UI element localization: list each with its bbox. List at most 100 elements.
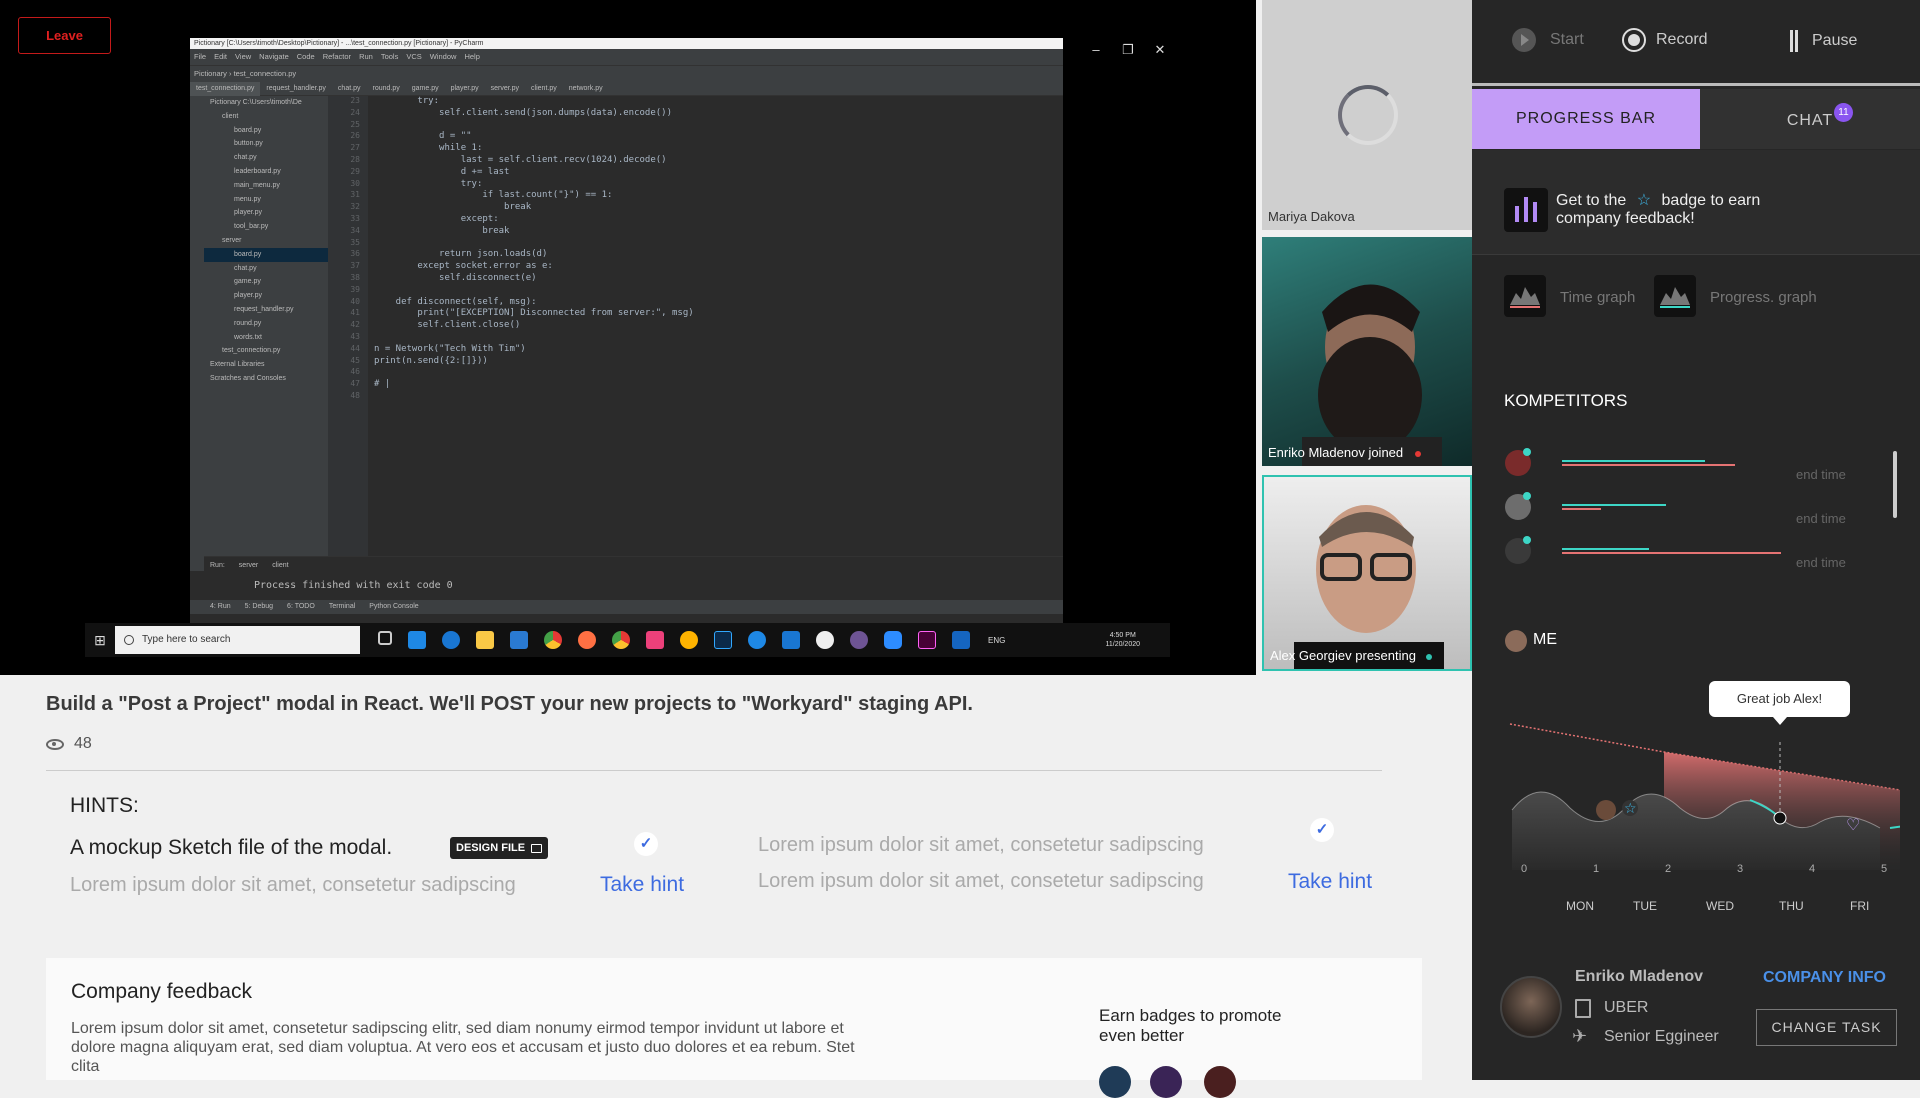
chrome-icon[interactable] — [612, 631, 630, 649]
taskbar-search[interactable]: Type here to search — [115, 626, 360, 654]
ide-menu-item[interactable]: File — [194, 52, 206, 61]
tree-item[interactable]: leaderboard.py — [204, 165, 328, 179]
progress-graph-label[interactable]: Progress. graph — [1710, 289, 1817, 306]
app-icon[interactable] — [952, 631, 970, 649]
photoshop-icon[interactable] — [714, 631, 732, 649]
progress-graph-icon[interactable] — [1654, 275, 1696, 317]
take-hint-button[interactable]: Take hint — [1288, 870, 1372, 894]
ide-tab[interactable]: request_handler.py — [260, 82, 332, 96]
ide-menu-item[interactable]: VCS — [406, 52, 421, 61]
folder-icon[interactable] — [476, 631, 494, 649]
ide-tab[interactable]: player.py — [445, 82, 485, 96]
participant-tile[interactable]: Enriko Mladenov joined — [1262, 237, 1472, 466]
run-tab[interactable]: server — [239, 562, 258, 569]
ide-tool-button[interactable]: Python Console — [369, 603, 418, 610]
code-editor[interactable]: try: self.client.send(json.dumps(data).e… — [368, 96, 1063, 556]
competitors-title: KOMPETITORS — [1504, 391, 1628, 410]
chrome-icon[interactable] — [544, 631, 562, 649]
time-graph-icon[interactable] — [1504, 275, 1546, 317]
ide-menu-item[interactable]: View — [235, 52, 251, 61]
tree-item[interactable]: words.txt — [204, 331, 328, 345]
ide-menu-item[interactable]: Window — [430, 52, 457, 61]
ide-menu-item[interactable]: Edit — [214, 52, 227, 61]
code-line: # | — [374, 379, 391, 390]
design-file-button[interactable]: DESIGN FILE — [450, 837, 549, 859]
app-icon[interactable] — [442, 631, 460, 649]
participant-tile-presenting[interactable]: Alex Georgiev presenting — [1262, 475, 1472, 671]
tree-item[interactable]: menu.py — [204, 193, 328, 207]
app-icon[interactable] — [816, 631, 834, 649]
tree-item[interactable]: client — [204, 110, 328, 124]
take-hint-button[interactable]: Take hint — [600, 873, 684, 897]
tree-item[interactable]: server — [204, 234, 328, 248]
ide-menu-item[interactable]: Tools — [381, 52, 399, 61]
vscode-icon[interactable] — [782, 631, 800, 649]
tree-item[interactable]: Scratches and Consoles — [204, 372, 328, 386]
tree-item[interactable]: request_handler.py — [204, 303, 328, 317]
edge-icon[interactable] — [748, 631, 766, 649]
close-icon[interactable]: ✕ — [1144, 42, 1176, 58]
ide-menu-item[interactable]: Run — [359, 52, 373, 61]
competitor-progress-teal — [1562, 548, 1650, 550]
ide-tab[interactable]: server.py — [485, 82, 525, 96]
pause-button[interactable]: Pause — [1790, 30, 1857, 52]
tree-item[interactable]: player.py — [204, 206, 328, 220]
company-info-link[interactable]: COMPANY INFO — [1763, 969, 1886, 987]
app-icon[interactable] — [680, 631, 698, 649]
building-icon — [1575, 999, 1591, 1018]
tree-item[interactable]: board.py — [204, 124, 328, 138]
ide-tool-button[interactable]: Terminal — [329, 603, 355, 610]
avatar — [1505, 630, 1527, 652]
tree-item[interactable]: test_connection.py — [204, 344, 328, 358]
participant-tile[interactable]: Mariya Dakova — [1262, 0, 1472, 230]
tree-item[interactable]: chat.py — [204, 151, 328, 165]
change-task-button[interactable]: CHANGE TASK — [1756, 1009, 1897, 1046]
tab-chat[interactable]: CHAT — [1700, 89, 1920, 149]
tree-item[interactable]: round.py — [204, 317, 328, 331]
heart-icon: ♡ — [1846, 815, 1860, 834]
x-tick-label: 0 — [1521, 863, 1528, 875]
time-graph-label[interactable]: Time graph — [1560, 289, 1635, 306]
task-view-icon[interactable] — [378, 631, 392, 645]
tree-item[interactable]: game.py — [204, 275, 328, 289]
app-icon[interactable] — [646, 631, 664, 649]
ide-menu-bar: File Edit View Navigate Code Refactor Run Tools… — [190, 49, 1063, 65]
ide-tool-button[interactable]: 4: Run — [210, 603, 231, 610]
eye-icon — [46, 738, 64, 750]
github-icon[interactable] — [850, 631, 868, 649]
tree-item[interactable]: tool_bar.py — [204, 220, 328, 234]
tree-item[interactable]: board.py — [204, 247, 328, 262]
mail-icon[interactable] — [510, 631, 528, 649]
record-button[interactable]: Record — [1622, 28, 1708, 52]
tree-item[interactable]: Pictionary C:\Users\timoth\De — [204, 96, 328, 110]
windows-start-icon[interactable]: ⊞ — [85, 632, 115, 649]
ide-menu-item[interactable]: Code — [297, 52, 315, 61]
maximize-icon[interactable]: ❐ — [1112, 42, 1144, 58]
ide-menu-item[interactable]: Navigate — [259, 52, 289, 61]
tree-item[interactable]: player.py — [204, 289, 328, 303]
leave-button[interactable]: Leave — [18, 17, 111, 54]
ide-tool-button[interactable]: 5: Debug — [245, 603, 273, 610]
star-icon: ☆ — [1624, 801, 1637, 817]
scrollbar[interactable] — [1893, 451, 1897, 518]
tree-item[interactable]: chat.py — [204, 262, 328, 276]
ide-menu-item[interactable]: Refactor — [323, 52, 351, 61]
tree-item[interactable]: main_menu.py — [204, 179, 328, 193]
tree-item[interactable]: External Libraries — [204, 358, 328, 372]
zoom-icon[interactable] — [884, 631, 902, 649]
app-icon[interactable] — [408, 631, 426, 649]
ide-tab[interactable]: client.py — [525, 82, 563, 96]
run-tab[interactable]: client — [272, 562, 288, 569]
start-button[interactable]: Start — [1512, 28, 1584, 52]
ide-tool-button[interactable]: 6: TODO — [287, 603, 315, 610]
ide-menu-item[interactable]: Help — [464, 52, 479, 61]
firefox-icon[interactable] — [578, 631, 596, 649]
tree-item[interactable]: button.py — [204, 137, 328, 151]
taskbar-language: ENG — [988, 635, 1006, 645]
xd-icon[interactable] — [918, 631, 936, 649]
minimize-icon[interactable]: – — [1080, 42, 1112, 57]
ide-tab[interactable]: network.py — [563, 82, 609, 96]
competitor-progress-red — [1562, 508, 1602, 510]
tab-progress-bar[interactable]: PROGRESS BAR — [1472, 89, 1700, 149]
run-tab[interactable]: Run: — [210, 562, 225, 569]
